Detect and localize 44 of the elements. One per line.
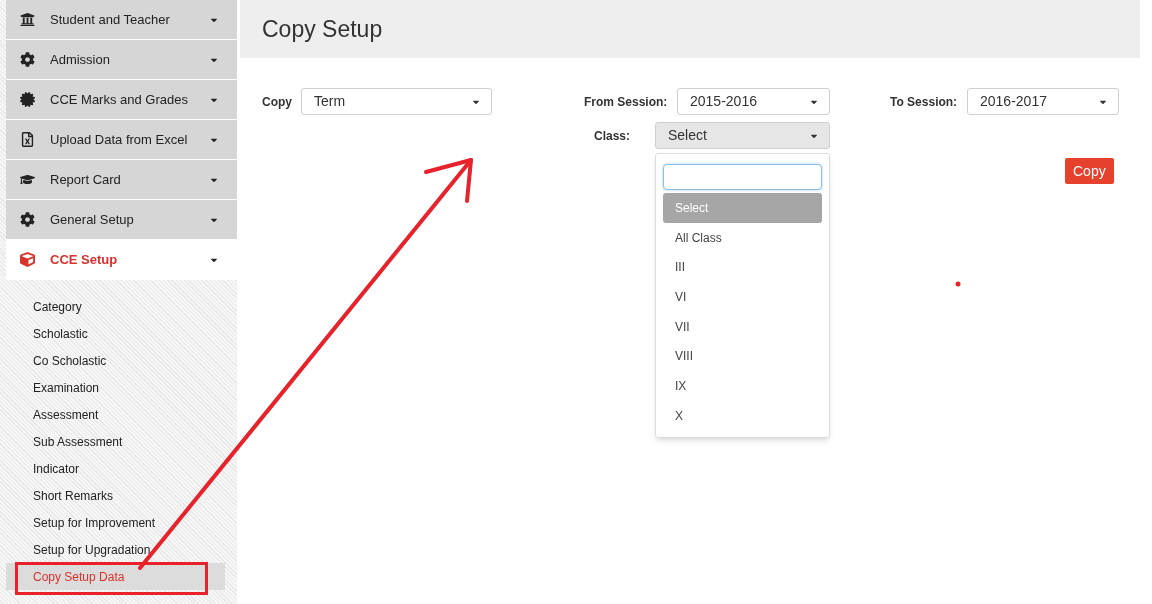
field-label: To Session:	[890, 93, 959, 111]
dropdown-option[interactable]: III	[663, 252, 822, 283]
spreadsheet-file-icon	[20, 132, 35, 147]
field-label: Class:	[594, 127, 632, 145]
from-session-select[interactable]: 2015-2016	[677, 88, 830, 115]
dropdown-option[interactable]: IX	[663, 371, 822, 401]
search-field[interactable]	[663, 164, 822, 190]
gear-icon	[20, 52, 35, 67]
bank-icon	[20, 12, 35, 27]
field-label: Copy	[262, 93, 293, 111]
submenu-item[interactable]: Short Remarks	[6, 482, 225, 509]
annotation-dot	[955, 281, 961, 287]
submenu-item[interactable]: Indicator	[6, 455, 225, 482]
submenu-item[interactable]: Co Scholastic	[6, 347, 225, 374]
submenu-item[interactable]: Assessment	[6, 401, 225, 428]
cube-icon	[20, 252, 35, 267]
menu-item[interactable]: Admission	[6, 40, 237, 80]
submenu-item[interactable]: Category	[6, 293, 225, 320]
field-label: From Session:	[584, 93, 669, 111]
submenu-item[interactable]: Sub Assessment	[6, 428, 225, 455]
dropdown-option[interactable]: VIII	[663, 341, 822, 372]
dropdown-option[interactable]: VI	[663, 282, 822, 312]
page-title: Copy Setup	[262, 14, 383, 44]
menu-item[interactable]: CCE Marks and Grades	[6, 80, 237, 120]
menu-item[interactable]: Student and Teacher	[6, 0, 237, 40]
graduation-cap-icon	[20, 172, 35, 187]
menu-item[interactable]: Upload Data from Excel	[6, 120, 237, 160]
submenu-item[interactable]: Copy Setup Data	[6, 563, 225, 590]
submenu-item[interactable]: Examination	[6, 374, 225, 401]
dropdown-option[interactable]: All Class	[663, 222, 822, 253]
menu-item[interactable]: CCE Setup	[6, 240, 237, 280]
copy-button[interactable]: Copy	[1065, 158, 1114, 184]
class-select[interactable]: Select	[655, 122, 830, 149]
menu-item[interactable]: General Setup	[6, 200, 237, 240]
submenu-item[interactable]: Setup for Upgradation	[6, 536, 225, 563]
to-session-select[interactable]: 2016-2017	[967, 88, 1119, 115]
submenu-item[interactable]: Setup for Improvement	[6, 509, 225, 536]
copy-select[interactable]: Term	[301, 88, 492, 115]
badge-icon	[20, 92, 35, 107]
dropdown-option[interactable]: VII	[663, 311, 822, 342]
menu-item[interactable]: Report Card	[6, 160, 237, 200]
dropdown-option[interactable]: X	[663, 400, 822, 431]
gear-icon	[20, 212, 35, 227]
submenu-item[interactable]: Scholastic	[6, 320, 225, 347]
